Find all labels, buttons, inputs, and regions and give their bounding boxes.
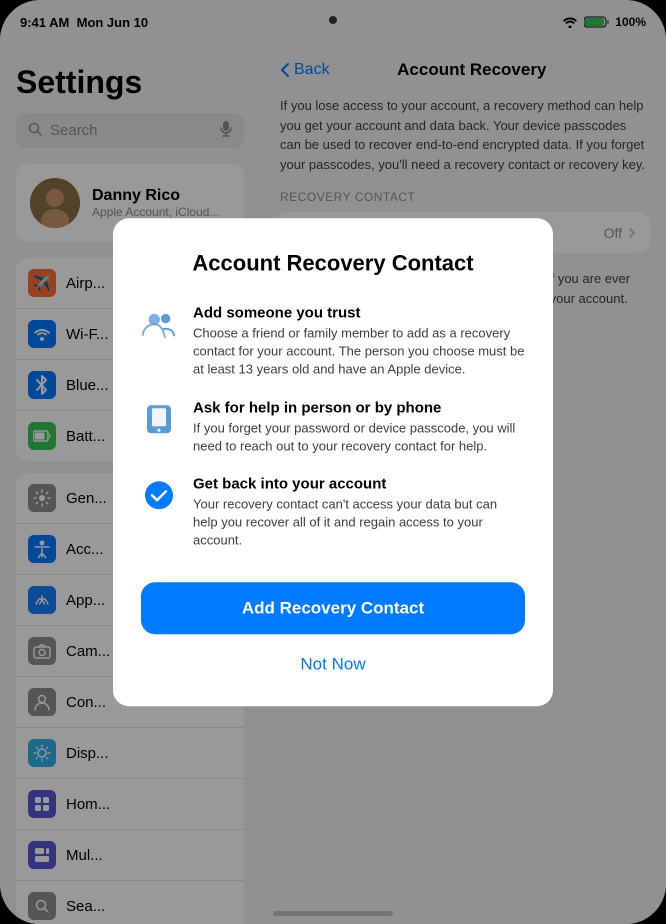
feature-text-help: Ask for help in person or by phone If yo… [193, 399, 525, 455]
feature-item-recover: Get back into your account Your recovery… [141, 475, 525, 550]
feature-text-trust: Add someone you trust Choose a friend or… [193, 304, 525, 379]
help-desc: If you forget your password or device pa… [193, 419, 525, 455]
trust-desc: Choose a friend or family member to add … [193, 324, 525, 379]
feature-icon-people [141, 306, 177, 342]
not-now-button[interactable]: Not Now [141, 646, 525, 682]
modal-card: Account Recovery Contact Add someone you… [113, 218, 553, 706]
help-title: Ask for help in person or by phone [193, 399, 525, 416]
modal-feature-list: Add someone you trust Choose a friend or… [141, 304, 525, 550]
feature-item-help: Ask for help in person or by phone If yo… [141, 399, 525, 455]
feature-icon-phone [141, 401, 177, 437]
trust-title: Add someone you trust [193, 304, 525, 321]
feature-item-trust: Add someone you trust Choose a friend or… [141, 304, 525, 379]
feature-text-recover: Get back into your account Your recovery… [193, 475, 525, 550]
ipad-frame: 9:41 AM Mon Jun 10 100% Settings [0, 0, 666, 924]
add-recovery-contact-button[interactable]: Add Recovery Contact [141, 582, 525, 634]
modal-title: Account Recovery Contact [141, 250, 525, 276]
feature-icon-checkmark [141, 477, 177, 513]
recover-desc: Your recovery contact can't access your … [193, 495, 525, 550]
home-indicator [273, 911, 393, 916]
recover-title: Get back into your account [193, 475, 525, 492]
